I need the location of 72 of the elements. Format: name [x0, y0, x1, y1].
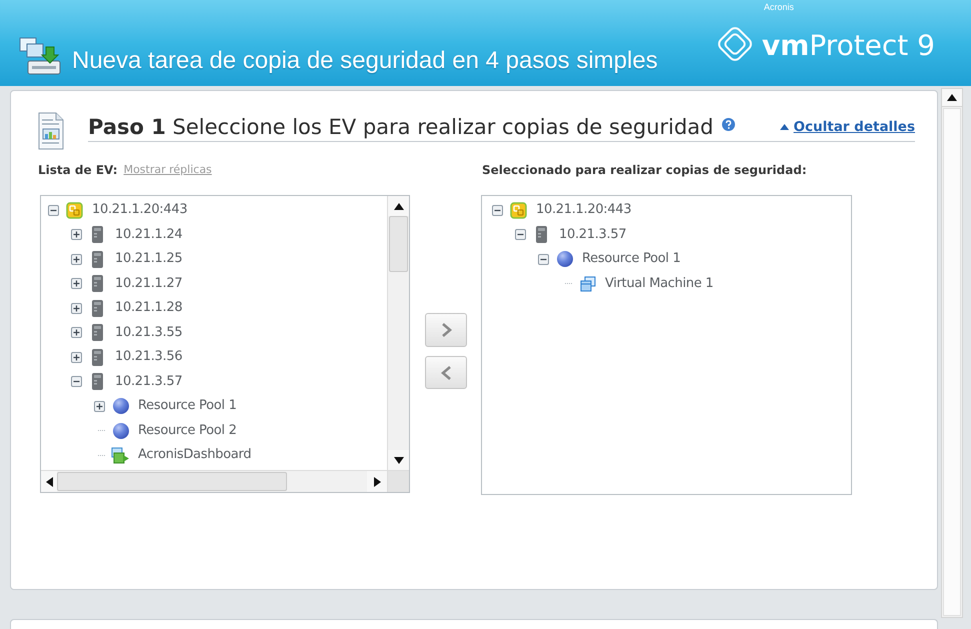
tree-node-label[interactable]: 10.21.1.24: [115, 226, 182, 243]
scrollbar-thumb[interactable]: [389, 216, 408, 272]
collapse-icon[interactable]: [71, 376, 82, 388]
tree-node-label[interactable]: 10.21.1.20:443: [92, 202, 188, 218]
vendor-label: Acronis: [764, 2, 795, 12]
tree-node-label[interactable]: 10.21.3.57: [115, 374, 182, 390]
chevron-right-icon: [440, 322, 452, 338]
triangle-down-icon: [394, 456, 404, 464]
server-icon: [92, 250, 103, 268]
tree-node-label[interactable]: AcronisDashboard: [138, 447, 252, 464]
vm-list-label: Lista de EV:: [38, 162, 118, 178]
stacked-windows-icon: [580, 276, 596, 292]
tree-node-label[interactable]: 10.21.3.57: [559, 226, 626, 243]
step-heading: Paso 1 Seleccione los EV para realizar copias de seguridad: [88, 114, 714, 140]
server-icon: [92, 275, 103, 292]
add-to-selection-button[interactable]: [425, 313, 467, 347]
scroll-left-button[interactable]: [41, 471, 57, 492]
page-scrollbar[interactable]: [941, 88, 963, 618]
server-icon: [92, 300, 103, 317]
collapse-icon[interactable]: [515, 229, 526, 240]
tree-node-label[interactable]: 10.21.1.28: [115, 300, 182, 316]
scroll-right-button[interactable]: [367, 471, 387, 492]
document-icon: [38, 112, 64, 150]
chevron-left-icon: [440, 364, 452, 380]
expand-icon[interactable]: [71, 229, 82, 240]
collapse-icon[interactable]: [48, 204, 59, 216]
tree-node-label[interactable]: Resource Pool 1: [138, 398, 237, 414]
help-icon[interactable]: [722, 118, 734, 130]
sphere-icon: [556, 251, 572, 268]
horizontal-scrollbar[interactable]: [41, 471, 387, 492]
vertical-scrollbar[interactable]: [387, 196, 409, 470]
stacked-boxes-icon: [111, 446, 130, 464]
sphere-icon: [112, 422, 128, 439]
linked-squares-icon: [510, 202, 527, 219]
tree-node-label[interactable]: 10.21.3.56: [115, 349, 182, 366]
tree-node-label[interactable]: 10.21.1.20:443: [536, 202, 632, 218]
scrollbar-thumb[interactable]: [943, 108, 961, 616]
expand-icon[interactable]: [71, 302, 82, 314]
expand-icon[interactable]: [94, 400, 105, 412]
triangle-up-icon: [947, 94, 957, 101]
expand-icon[interactable]: [71, 278, 82, 290]
remove-from-selection-button[interactable]: [425, 356, 467, 389]
triangle-left-icon: [46, 476, 52, 486]
server-icon: [92, 348, 103, 366]
window-title: Nueva tarea de copia de seguridad en 4 pasos simples: [72, 47, 658, 75]
product-name: vmProtect 9: [762, 30, 935, 62]
tree-node-label[interactable]: Virtual Machine 1: [605, 276, 714, 292]
server-icon: [92, 324, 103, 342]
collapse-icon[interactable]: [538, 254, 549, 265]
selected-list-label: Seleccionado para realizar copias de seguridad:: [482, 162, 807, 178]
triangle-up-icon: [394, 202, 404, 210]
scroll-up-button[interactable]: [942, 89, 962, 107]
tree-node-label[interactable]: 10.21.3.55: [115, 324, 182, 341]
scroll-up-button[interactable]: [388, 196, 409, 216]
expand-icon[interactable]: [71, 327, 82, 338]
triangle-right-icon: [374, 476, 380, 486]
tree-node-label[interactable]: 10.21.1.25: [115, 251, 182, 268]
scroll-down-button[interactable]: [388, 450, 409, 470]
server-icon: [92, 373, 103, 390]
sphere-icon: [112, 398, 128, 414]
linked-squares-icon: [66, 202, 83, 219]
scrollbar-thumb[interactable]: [57, 472, 287, 491]
tree-node-label[interactable]: Resource Pool 1: [582, 251, 681, 268]
tree-node-label[interactable]: 10.21.1.27: [115, 276, 182, 292]
toggle-details-link[interactable]: Ocultar detalles: [780, 119, 915, 135]
server-icon: [92, 226, 103, 244]
documents-arrow-icon: [18, 37, 62, 75]
expand-icon[interactable]: [71, 254, 82, 265]
collapse-icon[interactable]: [492, 204, 503, 216]
tree-node-label[interactable]: Resource Pool 2: [138, 422, 237, 439]
server-icon: [536, 226, 547, 244]
expand-icon[interactable]: [71, 352, 82, 363]
